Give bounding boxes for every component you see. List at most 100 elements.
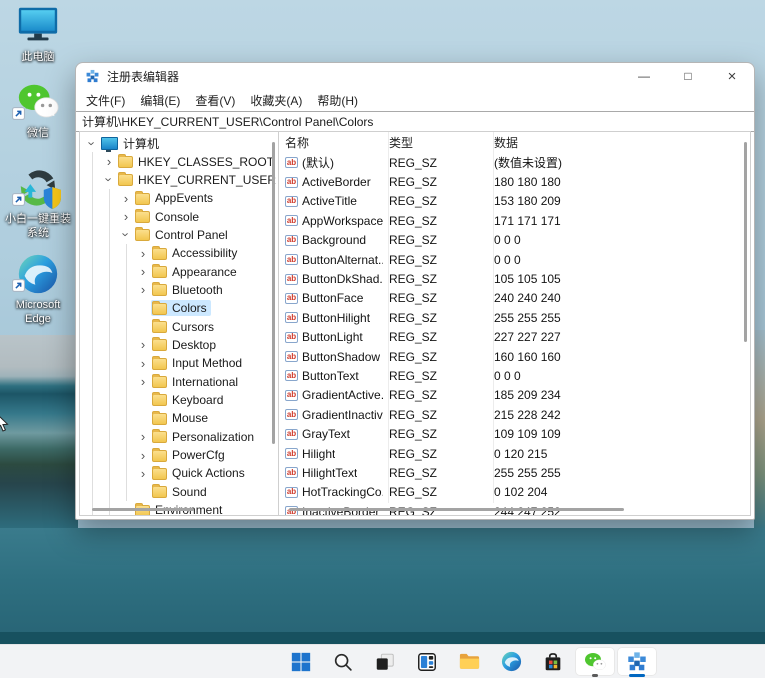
tree-item[interactable]: ›AppEvents xyxy=(80,189,278,207)
tree-indent-guide xyxy=(84,299,101,317)
store-icon xyxy=(542,651,564,673)
registry-value-row[interactable]: abButtonLightREG_SZ227 227 227 xyxy=(279,328,750,347)
taskbar-start-button[interactable] xyxy=(281,647,321,676)
chevron-down-icon[interactable]: › xyxy=(85,135,100,151)
registry-value-row[interactable]: abButtonAlternat...REG_SZ0 0 0 xyxy=(279,250,750,269)
chevron-right-icon[interactable]: › xyxy=(135,448,151,463)
tree-item-label: PowerCfg xyxy=(172,448,225,462)
registry-value-row[interactable]: abGradientInactiv...REG_SZ215 228 242 xyxy=(279,405,750,424)
tree-item[interactable]: ›Input Method xyxy=(80,354,278,372)
menu-item-0[interactable]: 文件(F) xyxy=(86,92,125,109)
desktop-icon-wechat[interactable]: 微信 xyxy=(5,80,71,140)
chevron-right-icon[interactable]: › xyxy=(135,374,151,389)
chevron-right-icon[interactable]: › xyxy=(135,282,151,297)
close-button[interactable]: × xyxy=(710,63,754,89)
tree-item[interactable]: Keyboard xyxy=(80,391,278,409)
tree-item[interactable]: ›International xyxy=(80,372,278,390)
tree-item[interactable]: ›Bluetooth xyxy=(80,281,278,299)
titlebar[interactable]: 注册表编辑器 — □ × xyxy=(76,63,754,89)
taskbar-wechat[interactable] xyxy=(575,647,615,676)
value-name: Background xyxy=(302,233,366,247)
folder-icon xyxy=(152,358,167,370)
taskbar-registry-editor[interactable] xyxy=(617,647,657,676)
chevron-right-icon[interactable]: › xyxy=(135,356,151,371)
tree-item[interactable]: ›计算机 xyxy=(80,134,278,152)
desktop-icon-edge[interactable]: Microsoft Edge xyxy=(5,252,71,327)
registry-value-row[interactable]: abAppWorkspaceREG_SZ171 171 171 xyxy=(279,211,750,230)
tree-item[interactable]: ›Quick Actions xyxy=(80,464,278,482)
tree-item[interactable]: ›Appearance xyxy=(80,262,278,280)
registry-value-row[interactable]: abButtonHilightREG_SZ255 255 255 xyxy=(279,308,750,327)
tree-item[interactable]: ›HKEY_CURRENT_USER xyxy=(80,171,278,189)
tree-item[interactable]: Colors xyxy=(80,299,278,317)
tree-horizontal-scrollbar[interactable] xyxy=(92,508,194,511)
column-header-name[interactable]: 名称 xyxy=(279,134,383,151)
tree-item[interactable]: › Control Panel xyxy=(80,226,278,244)
registry-value-row[interactable]: abHotTrackingCo...REG_SZ0 102 204 xyxy=(279,483,750,502)
tree-item[interactable]: ›Accessibility xyxy=(80,244,278,262)
registry-value-row[interactable]: abActiveBorderREG_SZ180 180 180 xyxy=(279,172,750,191)
registry-value-row[interactable]: abButtonFaceREG_SZ240 240 240 xyxy=(279,289,750,308)
chevron-right-icon[interactable]: › xyxy=(135,246,151,261)
tree-indent-guide xyxy=(84,262,101,280)
chevron-right-icon[interactable]: › xyxy=(135,337,151,352)
folder-icon xyxy=(135,229,150,241)
chevron-right-icon[interactable]: › xyxy=(135,466,151,481)
registry-value-row[interactable]: abButtonTextREG_SZ0 0 0 xyxy=(279,366,750,385)
menu-item-2[interactable]: 查看(V) xyxy=(195,92,235,109)
registry-value-row[interactable]: abButtonDkShad...REG_SZ105 105 105 xyxy=(279,269,750,288)
tree-item[interactable]: ›Desktop xyxy=(80,336,278,354)
value-type: REG_SZ xyxy=(383,194,488,208)
menu-item-1[interactable]: 编辑(E) xyxy=(140,92,180,109)
value-type: REG_SZ xyxy=(383,214,488,228)
tree-item[interactable]: Sound xyxy=(80,483,278,501)
address-bar[interactable]: 计算机\HKEY_CURRENT_USER\Control Panel\Colo… xyxy=(76,111,754,132)
tree-item[interactable]: ›HKEY_CLASSES_ROOT xyxy=(80,152,278,170)
minimize-button[interactable]: — xyxy=(622,63,666,89)
registry-value-row[interactable]: abGradientActive...REG_SZ185 209 234 xyxy=(279,386,750,405)
desktop-icon-label: 此电脑 xyxy=(22,50,55,64)
chevron-down-icon[interactable]: › xyxy=(119,227,134,243)
taskbar-search[interactable] xyxy=(323,647,363,676)
registry-value-row[interactable]: abButtonShadowREG_SZ160 160 160 xyxy=(279,347,750,366)
maximize-button[interactable]: □ xyxy=(666,63,710,89)
registry-value-row[interactable]: ab(默认)REG_SZ(数值未设置) xyxy=(279,153,750,172)
widgets-icon xyxy=(416,651,438,673)
string-value-icon: ab xyxy=(285,274,298,285)
tree-item-label: Control Panel xyxy=(155,228,228,242)
taskbar-task-view[interactable] xyxy=(365,647,405,676)
menu-item-4[interactable]: 帮助(H) xyxy=(317,92,358,109)
taskbar-file-explorer[interactable] xyxy=(449,647,489,676)
chevron-right-icon[interactable]: › xyxy=(118,191,134,206)
taskbar-edge[interactable] xyxy=(491,647,531,676)
tree-indent-guide xyxy=(118,483,135,501)
registry-value-row[interactable]: abBackgroundREG_SZ0 0 0 xyxy=(279,231,750,250)
registry-value-row[interactable]: abGrayTextREG_SZ109 109 109 xyxy=(279,424,750,443)
registry-value-row[interactable]: abHilightREG_SZ0 120 215 xyxy=(279,444,750,463)
chevron-right-icon[interactable]: › xyxy=(135,429,151,444)
desktop-icon-reinstall-tool[interactable]: 小白一键重装系统 xyxy=(5,166,71,241)
chevron-right-icon[interactable]: › xyxy=(101,154,117,169)
chevron-right-icon[interactable]: › xyxy=(135,264,151,279)
column-header-data[interactable]: 数据 xyxy=(488,134,750,151)
desktop-icon-this-pc[interactable]: 此电脑 xyxy=(5,4,71,64)
edge-icon xyxy=(500,650,523,673)
taskbar-widgets[interactable] xyxy=(407,647,447,676)
registry-value-row[interactable]: abHilightTextREG_SZ255 255 255 xyxy=(279,463,750,482)
registry-value-row[interactable]: abActiveTitleREG_SZ153 180 209 xyxy=(279,192,750,211)
tree-item[interactable]: Mouse xyxy=(80,409,278,427)
tree-item[interactable]: Cursors xyxy=(80,317,278,335)
chevron-right-icon[interactable]: › xyxy=(118,209,134,224)
chevron-down-icon[interactable]: › xyxy=(102,172,117,188)
tree-item[interactable]: ›Personalization xyxy=(80,428,278,446)
tree-item[interactable]: ›Console xyxy=(80,207,278,225)
column-header-type[interactable]: 类型 xyxy=(383,134,488,151)
menu-item-3[interactable]: 收藏夹(A) xyxy=(250,92,302,109)
value-data: 227 227 227 xyxy=(488,330,750,344)
list-horizontal-scrollbar[interactable] xyxy=(289,508,624,511)
registry-tree: ›计算机›HKEY_CLASSES_ROOT›HKEY_CURRENT_USER… xyxy=(80,132,278,516)
tree-item[interactable]: › PowerCfg xyxy=(80,446,278,464)
tree-vertical-scrollbar[interactable] xyxy=(272,142,275,444)
list-vertical-scrollbar[interactable] xyxy=(744,142,747,342)
taskbar-microsoft-store[interactable] xyxy=(533,647,573,676)
